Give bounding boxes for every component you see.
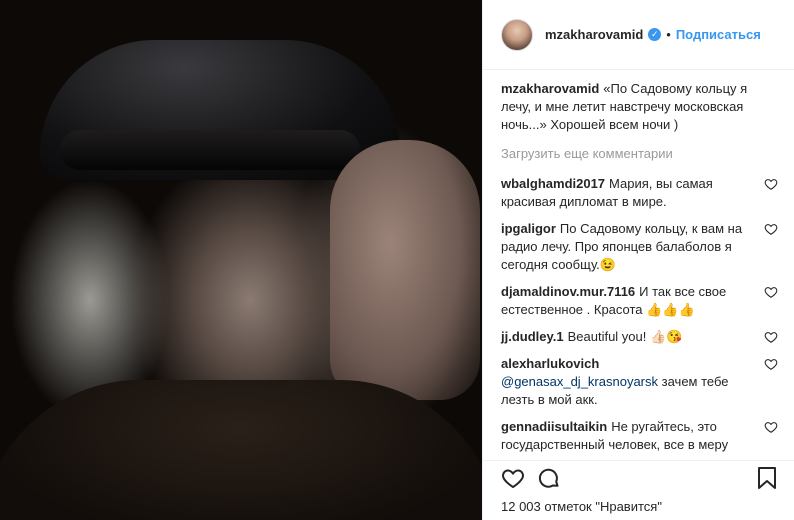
post-photo[interactable] [0, 0, 482, 520]
avatar[interactable] [501, 18, 533, 51]
verified-icon: ✓ [648, 28, 662, 41]
comment-username[interactable]: wbalghamdi2017 [501, 176, 605, 191]
comment-username[interactable]: alexharlukovich [501, 355, 748, 373]
comment-username[interactable]: gennadiisultaikin [501, 419, 607, 434]
instagram-post: mzakharovamid ✓ • Подписаться mzakharova… [0, 0, 794, 520]
comment: djamaldinov.mur.7116 И так все свое естес… [501, 283, 778, 319]
comment-username[interactable]: djamaldinov.mur.7116 [501, 284, 635, 299]
like-comment-heart-icon[interactable] [764, 177, 778, 191]
follow-button[interactable]: Подписаться [676, 27, 761, 42]
comments-section[interactable]: mzakharovamid «По Садовому кольцу я лечу,… [483, 70, 794, 460]
comment-text: Beautiful you! [567, 329, 647, 344]
comment-mention-link[interactable]: @genasax_dj_krasnoyarsk [501, 374, 658, 389]
action-icons [501, 465, 782, 491]
like-comment-heart-icon[interactable] [764, 330, 778, 344]
like-comment-heart-icon[interactable] [764, 420, 778, 434]
photo-hand [330, 140, 480, 400]
comment-icon[interactable] [537, 466, 561, 490]
like-comment-heart-icon[interactable] [764, 357, 778, 371]
header-username[interactable]: mzakharovamid [545, 27, 643, 42]
like-comment-heart-icon[interactable] [764, 285, 778, 299]
like-comment-heart-icon[interactable] [764, 222, 778, 236]
header-separator: • [666, 27, 671, 42]
photo-fur-collar [0, 380, 482, 520]
post-caption: mzakharovamid «По Садовому кольцу я лечу,… [501, 80, 778, 134]
comment-username[interactable]: jj.dudley.1 [501, 329, 564, 344]
post-actions: 12 003 отметок "Нравится" [483, 460, 794, 520]
comment: wbalghamdi2017 Мария, вы самая красивая д… [501, 175, 778, 211]
comment: jj.dudley.1 Beautiful you! 👍🏻😘 [501, 328, 778, 346]
post-header: mzakharovamid ✓ • Подписаться [483, 0, 794, 70]
comment: gennadiisultaikin Не ругайтесь, это госуд… [501, 418, 778, 454]
photo-visor [60, 130, 360, 170]
comment-emoji: 😉 [599, 257, 616, 272]
comment: ipgaligor По Садовому кольцу, к вам на ра… [501, 220, 778, 274]
post-sidebar: mzakharovamid ✓ • Подписаться mzakharova… [482, 0, 794, 520]
heart-icon[interactable] [501, 466, 525, 490]
comment-username[interactable]: ipgaligor [501, 221, 556, 236]
caption-username[interactable]: mzakharovamid [501, 81, 599, 96]
comment-emoji: 👍👍👍 [646, 302, 695, 317]
comment: alexharlukovich @genasax_dj_krasnoyarsk з… [501, 355, 778, 409]
bookmark-icon[interactable] [756, 466, 778, 490]
load-more-comments-button[interactable]: Загрузить еще комментарии [501, 146, 778, 161]
likes-count[interactable]: 12 003 отметок "Нравится" [501, 499, 782, 514]
comment-emoji: 👍🏻😘 [650, 329, 683, 344]
